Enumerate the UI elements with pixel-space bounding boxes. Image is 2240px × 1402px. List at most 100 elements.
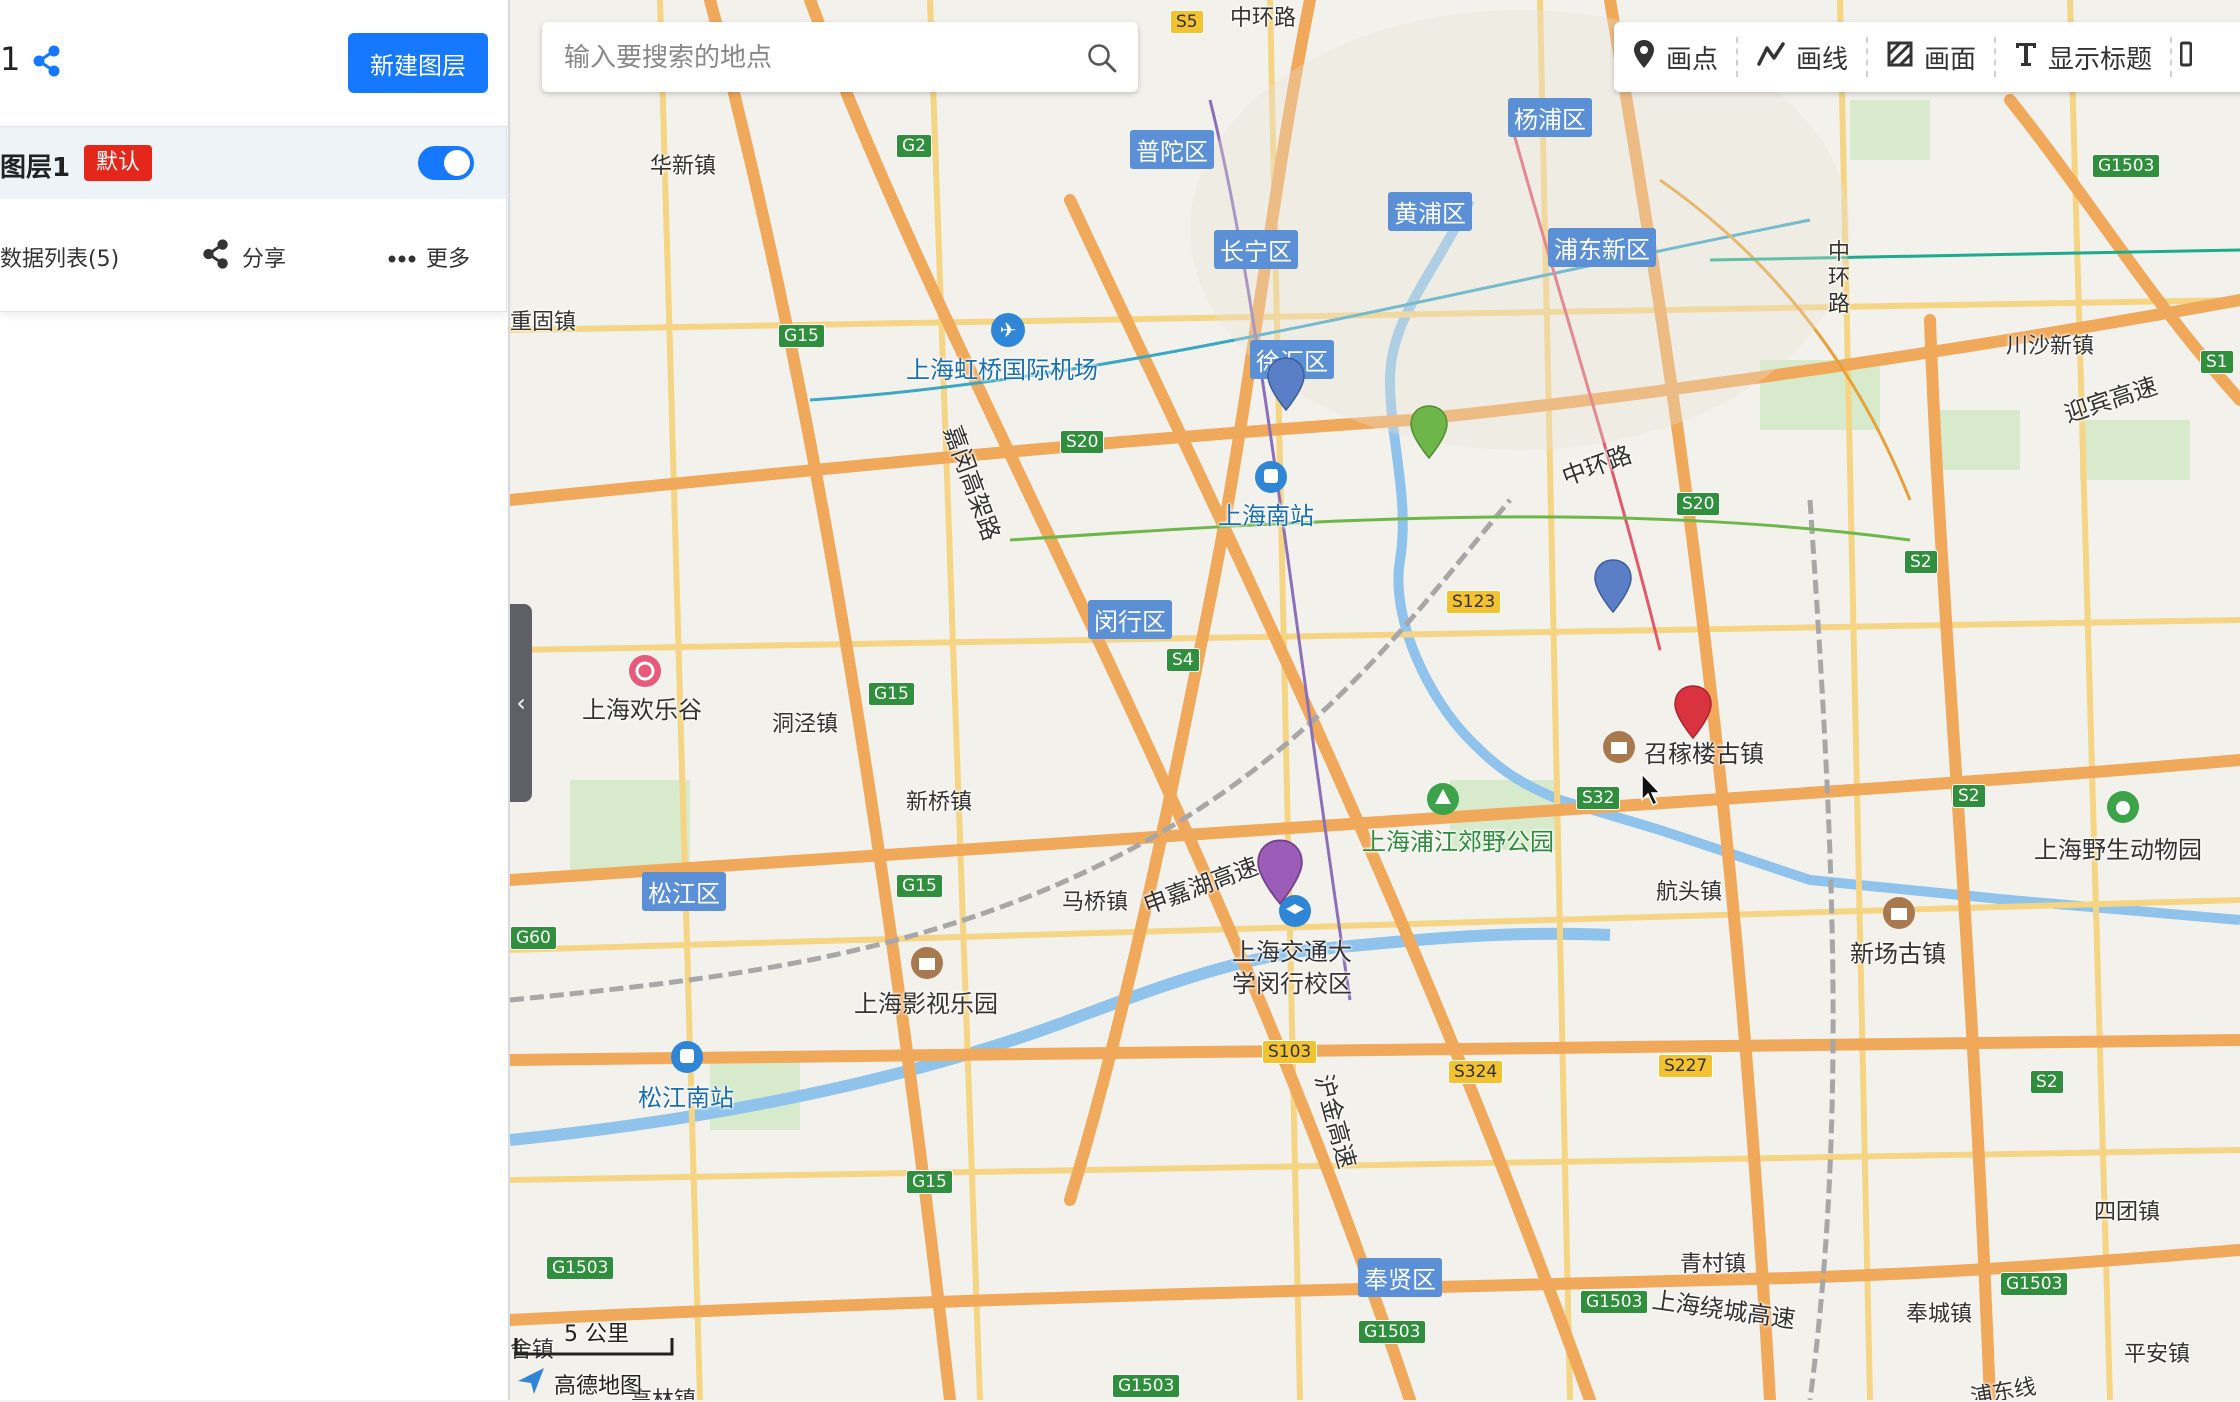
road-shield: G15: [906, 1170, 953, 1194]
road-shield: S2: [1904, 550, 1938, 574]
road-label: 中环路: [1828, 240, 1851, 317]
road-shield: G1503: [2000, 1272, 2069, 1296]
new-layer-button[interactable]: 新建图层: [348, 33, 488, 93]
search-icon[interactable]: [1086, 42, 1118, 74]
road-shield: G1503: [1358, 1320, 1427, 1344]
chevron-left-icon: ‹: [516, 689, 526, 717]
road-shield: G1503: [1112, 1374, 1181, 1398]
search-input[interactable]: [562, 22, 1086, 94]
road-shield: S5: [1170, 10, 1204, 34]
mouse-cursor-icon: [1641, 772, 1662, 807]
road-shield: G15: [778, 324, 825, 348]
draw-polygon-label: 画面: [1924, 44, 1977, 75]
poi-label: 上海野生动物园: [2034, 836, 2202, 864]
district-label: 普陀区: [1130, 130, 1214, 169]
district-label: 黄浦区: [1388, 192, 1472, 231]
amap-logo-icon: [516, 1366, 546, 1402]
road-shield: G2: [896, 134, 932, 158]
place-label: 马桥镇: [1062, 890, 1129, 915]
road-shield: S227: [1658, 1054, 1714, 1078]
draw-point-label: 画点: [1666, 44, 1719, 75]
poi-label: 上海欢乐谷: [582, 696, 702, 724]
district-label: 奉贤区: [1358, 1258, 1442, 1297]
district-label: 闵行区: [1088, 600, 1172, 639]
district-label: 浦东新区: [1548, 228, 1656, 267]
place-label: 川沙新镇: [2006, 334, 2095, 359]
polygon-icon: [1886, 40, 1914, 75]
share-icon[interactable]: [30, 44, 64, 78]
map-marker-pin[interactable]: [1254, 838, 1306, 906]
poi-label: 上海浦江郊野公园: [1362, 828, 1554, 856]
road-shield: G1503: [1580, 1290, 1649, 1314]
place-label: 华新镇: [650, 154, 717, 179]
place-label: 新桥镇: [906, 790, 973, 815]
more-icon: [388, 245, 416, 270]
share-icon: [200, 238, 232, 276]
layer-panel: 1 新建图层 图层1 默认 数据列表(5) 分享 更多: [0, 0, 508, 1400]
data-list-button[interactable]: 数据列表(5): [0, 237, 119, 277]
draw-point-button[interactable]: 画点: [1614, 37, 1739, 77]
road-shield: G60: [510, 926, 557, 950]
map-marker-pin[interactable]: [1265, 356, 1307, 412]
place-label: 航头镇: [1656, 880, 1723, 905]
search-box: [542, 22, 1138, 94]
more-label: 更多: [426, 247, 471, 272]
place-label: 平安镇: [2124, 1342, 2191, 1367]
toolbar-overflow[interactable]: [2172, 37, 2200, 77]
map-name: 1: [0, 40, 21, 78]
road-shield: G1503: [2092, 154, 2161, 178]
road-shield: G1503: [546, 1256, 615, 1280]
place-label: 重固镇: [510, 310, 577, 335]
road-shield: S32: [1576, 786, 1621, 810]
svg-text:✈: ✈: [1000, 318, 1017, 342]
poi-label: 上海交通大: [1232, 938, 1352, 966]
draw-polygon-button[interactable]: 画面: [1868, 37, 1997, 77]
road-shield: S2: [2030, 1070, 2064, 1094]
district-label: 杨浦区: [1508, 98, 1592, 137]
layer-card: 图层1 默认 数据列表(5) 分享 更多: [0, 126, 507, 312]
road-shield: S4: [1166, 648, 1200, 672]
poi-label: 上海南站: [1218, 502, 1314, 530]
collapse-panel-handle[interactable]: ‹: [510, 604, 532, 802]
layer-row[interactable]: 图层1 默认: [0, 127, 506, 199]
map-logo: 高德地图: [516, 1366, 642, 1402]
share-label: 分享: [242, 247, 287, 272]
road-label: 中环路: [1230, 6, 1297, 31]
data-list-label: 数据列表(5): [0, 247, 120, 272]
show-title-button[interactable]: 显示标题: [1996, 37, 2173, 77]
poi-label: 上海影视乐园: [854, 990, 998, 1018]
toggle-knob: [444, 150, 470, 176]
layer-visibility-toggle[interactable]: [418, 146, 474, 180]
road-shield: S324: [1448, 1060, 1504, 1084]
scale-label: 5 公里: [564, 1322, 629, 1347]
road-shield: S2: [1952, 784, 1986, 808]
more-button[interactable]: 更多: [388, 237, 470, 277]
map-logo-text: 高德地图: [554, 1374, 643, 1399]
overflow-icon: [2179, 41, 2193, 74]
place-label: 四团镇: [2094, 1200, 2161, 1225]
draw-toolbar: 画点 画线 画面 显示标题: [1614, 22, 2240, 92]
map-marker-pin[interactable]: [1408, 404, 1450, 460]
layer-share-button[interactable]: 分享: [200, 237, 286, 277]
road-shield: S20: [1676, 492, 1721, 516]
map-pin-icon: [1632, 39, 1656, 76]
place-label: 洞泾镇: [772, 712, 839, 737]
road-shield: S1: [2200, 350, 2234, 374]
poi-label: 新场古镇: [1850, 940, 1946, 968]
district-label: 松江区: [642, 872, 726, 911]
draw-line-label: 画线: [1796, 44, 1849, 75]
map-canvas[interactable]: 普陀区 杨浦区 黄浦区 长宁区 浦东新区 徐汇区 闵行区 松江区 奉贤区 中环路…: [510, 0, 2240, 1400]
panel-header: 1 新建图层: [0, 0, 508, 127]
poi-label: 学闵行校区: [1232, 970, 1352, 998]
show-title-label: 显示标题: [2048, 44, 2153, 75]
map-marker-pin[interactable]: [1592, 558, 1634, 614]
default-badge: 默认: [84, 145, 153, 181]
polyline-icon: [1756, 41, 1786, 74]
layer-title: 图层1: [0, 153, 71, 183]
road-shield: S20: [1060, 430, 1105, 454]
road-shield: G15: [896, 874, 943, 898]
map-marker-pin[interactable]: [1672, 684, 1714, 740]
district-label: 长宁区: [1214, 230, 1298, 269]
poi-label: 松江南站: [638, 1084, 734, 1112]
draw-line-button[interactable]: 画线: [1738, 37, 1869, 77]
